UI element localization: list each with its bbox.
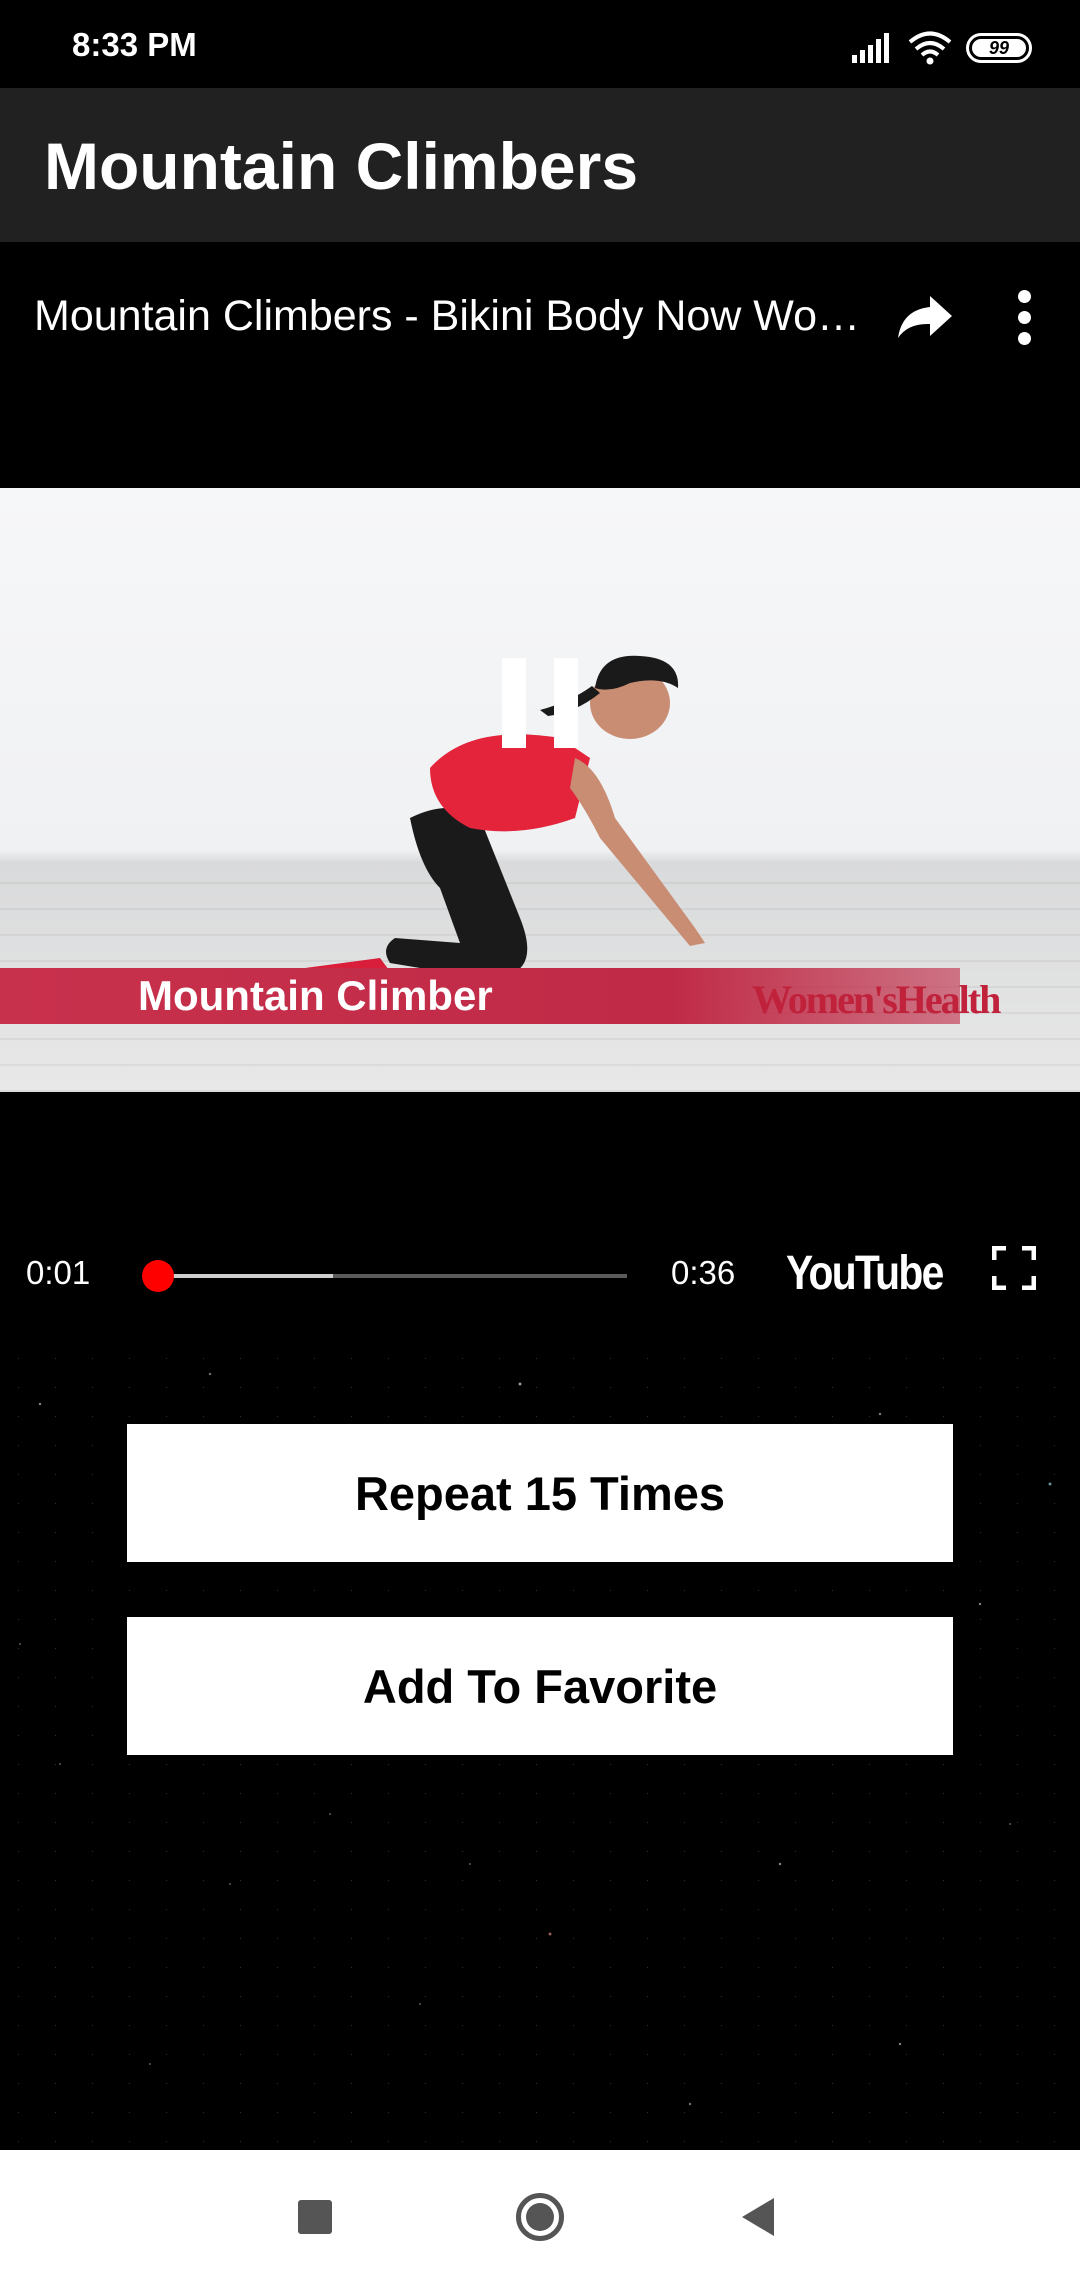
more-options-icon[interactable] bbox=[1000, 288, 1050, 350]
video-player[interactable]: Mountain Climbers - Bikini Body Now Work… bbox=[0, 242, 1080, 1344]
share-icon[interactable] bbox=[896, 288, 954, 346]
screen: 8:33 PM 99 Mountain Climbers Mountain Cl… bbox=[0, 0, 1080, 2280]
recents-icon[interactable] bbox=[298, 2200, 332, 2234]
progress-thumb[interactable] bbox=[142, 1260, 175, 1292]
video-brand-logo: Women'sHealth bbox=[752, 977, 1001, 1022]
wifi-icon bbox=[908, 31, 952, 65]
current-time: 0:01 bbox=[26, 1254, 91, 1291]
page-title: Mountain Climbers bbox=[44, 129, 639, 203]
youtube-logo[interactable]: YouTube bbox=[786, 1246, 944, 1301]
pause-icon[interactable] bbox=[498, 658, 584, 768]
video-title[interactable]: Mountain Climbers - Bikini Body Now Work… bbox=[34, 292, 864, 341]
video-banner-text: Mountain Climber bbox=[138, 972, 493, 1019]
video-frame[interactable]: Mountain Climber Women'sHealth bbox=[0, 488, 1080, 1092]
app-bar: Mountain Climbers bbox=[0, 88, 1080, 242]
status-time: 8:33 PM bbox=[72, 26, 197, 63]
progress-bar[interactable] bbox=[145, 1274, 627, 1278]
add-to-favorite-button[interactable]: Add To Favorite bbox=[127, 1617, 953, 1755]
repeat-button[interactable]: Repeat 15 Times bbox=[127, 1424, 953, 1562]
fullscreen-icon[interactable] bbox=[992, 1246, 1036, 1290]
home-icon[interactable] bbox=[516, 2193, 564, 2241]
total-time: 0:36 bbox=[671, 1254, 736, 1291]
back-icon[interactable] bbox=[742, 2198, 774, 2236]
status-icons: 99 bbox=[852, 28, 1032, 68]
status-bar: 8:33 PM 99 bbox=[0, 0, 1080, 88]
navigation-bar bbox=[0, 2150, 1080, 2280]
signal-icon bbox=[852, 33, 889, 63]
battery-icon: 99 bbox=[966, 33, 1032, 63]
battery-level: 99 bbox=[988, 37, 1010, 58]
